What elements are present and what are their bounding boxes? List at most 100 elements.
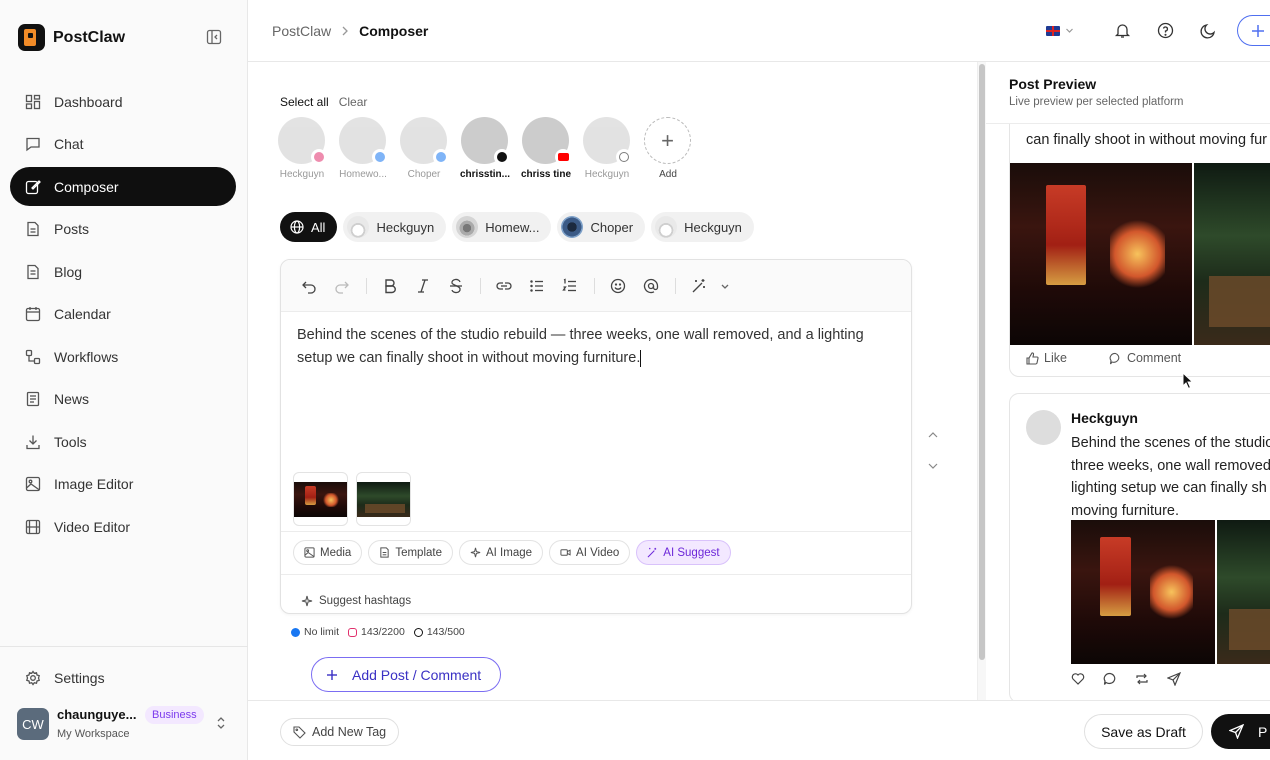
publish-button[interactable]: P — [1211, 714, 1270, 749]
clear-link[interactable]: Clear — [339, 95, 368, 109]
user-switcher[interactable]: CW chaunguye... Business My Workspace — [17, 706, 232, 742]
thumbs-up-icon — [1026, 351, 1039, 365]
ai-image-button[interactable]: AI Image — [459, 540, 544, 565]
sidebar-item-dashboard[interactable]: Dashboard — [10, 82, 236, 121]
brand[interactable]: PostClaw — [18, 24, 125, 51]
settings-label: Settings — [54, 669, 105, 686]
account-chriss-tine-youtube[interactable]: chriss tine — [521, 117, 571, 180]
breadcrumb: PostClaw Composer — [272, 23, 428, 39]
ai-video-button[interactable]: AI Video — [549, 540, 631, 565]
composer-scrollbar[interactable] — [977, 62, 986, 702]
comment-label: Comment — [1126, 351, 1182, 365]
sidebar-item-image-editor[interactable]: Image Editor — [10, 465, 236, 504]
numbered-list-icon[interactable] — [562, 278, 578, 294]
chevron-down-icon[interactable] — [927, 460, 939, 472]
tab-heckguyn-2[interactable]: Heckguyn — [651, 212, 754, 242]
mention-icon[interactable] — [643, 278, 659, 294]
sidebar-item-composer[interactable]: Composer — [10, 167, 236, 206]
sidebar-item-workflows[interactable]: Workflows — [10, 337, 236, 376]
bullet-list-icon[interactable] — [529, 278, 545, 294]
sidebar-item-news[interactable]: News — [10, 380, 236, 419]
add-post-label: Add Post / Comment — [352, 666, 482, 683]
redo-icon[interactable] — [334, 278, 350, 294]
sidebar-item-blog[interactable]: Blog — [10, 252, 236, 291]
sidebar-collapse-icon[interactable] — [206, 29, 222, 45]
sidebar-item-tools[interactable]: Tools — [10, 422, 236, 461]
sidebar-nav: Dashboard Chat Composer Posts Blog Calen… — [10, 82, 236, 550]
tab-heckguyn[interactable]: Heckguyn — [343, 212, 447, 242]
media-button[interactable]: Media — [293, 540, 363, 565]
strikethrough-icon[interactable] — [448, 278, 464, 294]
add-post-comment-button[interactable]: Add Post / Comment — [311, 657, 501, 692]
add-tag-label: Add New Tag — [312, 725, 387, 739]
threads-limit: 143/500 — [413, 626, 465, 638]
section-arrows — [927, 429, 939, 472]
link-icon[interactable] — [496, 278, 512, 294]
preview-reactions: Like Comment — [1026, 351, 1181, 365]
moon-icon[interactable] — [1200, 22, 1217, 39]
heart-icon[interactable] — [1071, 672, 1085, 686]
select-all-link[interactable]: Select all — [280, 95, 329, 109]
emoji-icon[interactable] — [610, 278, 626, 294]
ai-suggest-button[interactable]: AI Suggest — [636, 540, 731, 565]
account-choper-facebook[interactable]: Choper — [400, 117, 449, 180]
undo-icon[interactable] — [301, 278, 317, 294]
add-account-button[interactable]: + Add — [644, 117, 692, 180]
avatar: CW — [17, 708, 49, 740]
bell-icon[interactable] — [1114, 22, 1131, 39]
scrollbar-thumb[interactable] — [979, 64, 985, 660]
sidebar-item-chat[interactable]: Chat — [10, 125, 236, 164]
help-icon[interactable] — [1157, 22, 1174, 39]
video-icon — [25, 519, 41, 534]
account-avatar — [461, 117, 510, 165]
like-button[interactable]: Like — [1026, 351, 1067, 365]
tab-label: Homew... — [485, 219, 540, 235]
media-thumbnail[interactable] — [356, 472, 411, 526]
avatar — [456, 216, 479, 238]
tab-choper[interactable]: Choper — [557, 212, 646, 242]
instagram-icon — [311, 149, 327, 165]
tab-all[interactable]: All — [280, 212, 338, 242]
ai-video-label: AI Video — [576, 546, 620, 559]
post-text-area[interactable]: Behind the scenes of the studio rebuild … — [297, 324, 887, 370]
chevron-down-icon[interactable] — [1065, 26, 1074, 35]
sidebar-item-settings[interactable]: Settings — [10, 658, 236, 697]
instagram-limit-value: 143/2200 — [361, 626, 405, 638]
account-homewo-facebook[interactable]: Homewo... — [339, 117, 388, 180]
add-account-label: Add — [659, 169, 677, 180]
create-button[interactable] — [1237, 15, 1270, 46]
sidebar-item-video-editor[interactable]: Video Editor — [10, 507, 236, 546]
magic-wand-icon[interactable] — [691, 278, 707, 294]
template-button[interactable]: Template — [368, 540, 453, 565]
sidebar-item-calendar[interactable]: Calendar — [10, 295, 236, 334]
sidebar-settings: Settings — [10, 658, 236, 701]
italic-icon[interactable] — [415, 278, 431, 294]
tools-icon — [26, 435, 40, 449]
tab-homewo[interactable]: Homew... — [452, 212, 552, 242]
bold-icon[interactable] — [382, 278, 398, 294]
globe-icon — [290, 220, 304, 234]
editor-toolbar — [281, 260, 911, 312]
breadcrumb-root[interactable]: PostClaw — [272, 23, 331, 39]
account-heckguyn-threads[interactable]: Heckguyn — [583, 117, 632, 180]
suggest-hashtags-button[interactable]: Suggest hashtags — [281, 574, 911, 614]
send-icon[interactable] — [1167, 672, 1181, 686]
media-thumbnail[interactable] — [293, 472, 348, 526]
post-text: Behind the scenes of the studio rebuild … — [297, 327, 864, 366]
uk-flag-icon[interactable] — [1046, 26, 1060, 36]
account-chrisstin-tiktok[interactable]: chrisstin... — [460, 117, 510, 180]
posts-icon — [27, 221, 39, 237]
repost-icon[interactable] — [1135, 672, 1149, 686]
sidebar-item-label: Video Editor — [54, 518, 131, 535]
account-heckguyn-instagram[interactable]: Heckguyn — [278, 117, 327, 180]
chevron-up-icon[interactable] — [927, 429, 939, 441]
account-avatar — [522, 117, 571, 165]
chevron-down-icon[interactable] — [717, 278, 733, 294]
threads-icon — [616, 149, 632, 165]
sidebar-item-posts[interactable]: Posts — [10, 210, 236, 249]
save-draft-button[interactable]: Save as Draft — [1084, 714, 1203, 749]
reply-icon[interactable] — [1103, 672, 1117, 686]
add-tag-button[interactable]: Add New Tag — [280, 718, 400, 746]
preview-card-threads: Heckguyn Behind the scenes of the studio… — [1009, 393, 1270, 700]
comment-button[interactable]: Comment — [1109, 351, 1181, 365]
